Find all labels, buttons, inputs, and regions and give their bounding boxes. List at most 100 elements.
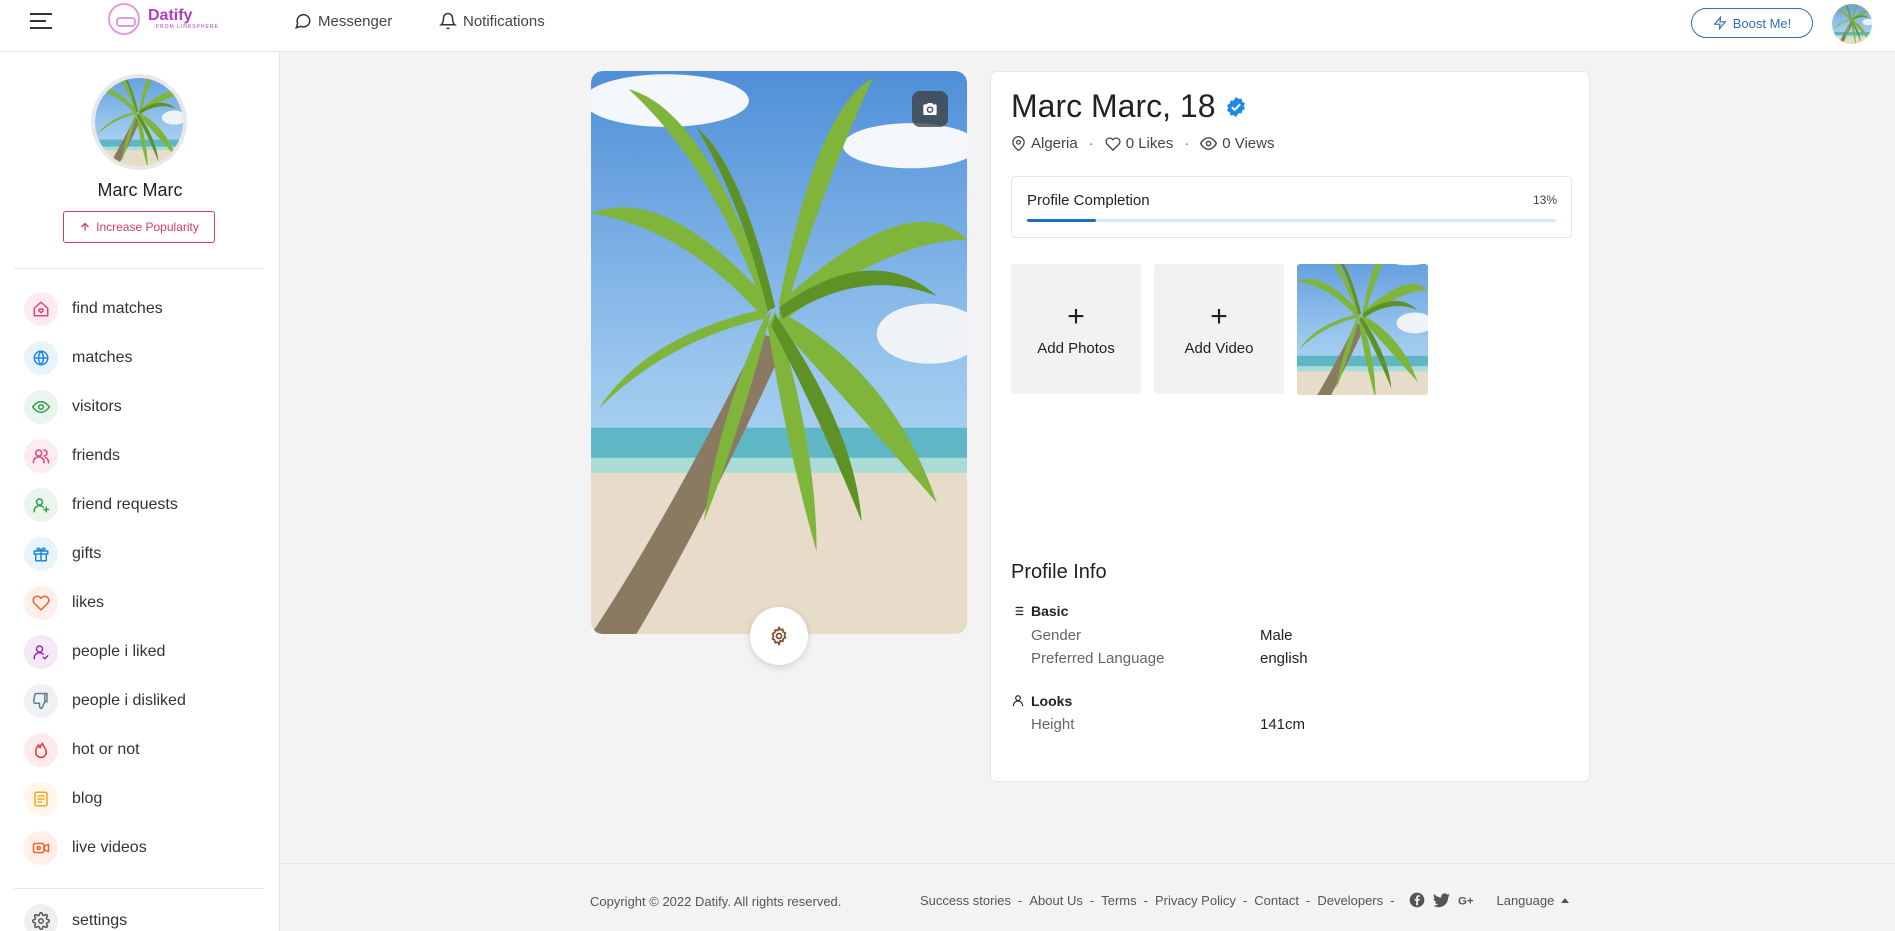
sidebar-item-label: people i disliked: [72, 692, 186, 709]
sidebar-item-label: friends: [72, 447, 121, 464]
footer-links: Success stories - About Us - Terms - Privac…: [920, 892, 1570, 908]
logo-title: Datify: [148, 7, 193, 24]
sidebar-item-label: gifts: [72, 545, 102, 562]
increase-popularity-label: Increase Popularity: [96, 220, 199, 234]
add-photos-label: Add Photos: [1037, 339, 1115, 357]
lightning-icon: [1713, 16, 1727, 30]
sidebar-item-gifts[interactable]: gifts: [24, 535, 264, 573]
sidebar-item-friend-requests[interactable]: friend requests: [24, 486, 264, 524]
footer-link-developers[interactable]: Developers: [1317, 893, 1383, 908]
sidebar-item-label: people i liked: [72, 643, 166, 660]
copyright: Copyright © 2022 Datify. All rights rese…: [590, 894, 842, 909]
change-photo-button[interactable]: [912, 91, 948, 127]
twitter-icon[interactable]: [1433, 892, 1451, 908]
top-bar: Datify FROM LINKSPHERE Messenger Notific…: [0, 0, 1895, 52]
plus-icon: +: [1067, 299, 1085, 333]
sidebar-item-label: hot or not: [72, 741, 140, 758]
profile-name: Marc Marc, 18: [1011, 88, 1216, 124]
user-icon: [1012, 695, 1024, 707]
add-video-button[interactable]: + Add Video: [1154, 264, 1284, 394]
footer-link-contact[interactable]: Contact: [1254, 893, 1299, 908]
gear-icon: [24, 904, 58, 931]
sidebar-item-matches[interactable]: matches: [24, 339, 264, 377]
info-key: Preferred Language: [1031, 650, 1165, 667]
boost-label: Boost Me!: [1732, 15, 1792, 31]
sidebar-item-live-videos[interactable]: live videos: [24, 829, 264, 867]
profile-info-title: Profile Info: [1011, 561, 1107, 583]
user-avatar[interactable]: [1832, 4, 1872, 44]
footer-link-privacy-policy[interactable]: Privacy Policy: [1155, 893, 1236, 908]
sidebar-item-label: blog: [72, 790, 103, 807]
arrow-up-icon: [81, 222, 90, 231]
sidebar-item-label: live videos: [72, 839, 147, 856]
profile-likes[interactable]: 0 Likes: [1105, 135, 1173, 152]
sidebar-item-hot-or-not[interactable]: hot or not: [24, 731, 264, 769]
profile-name-row: Marc Marc, 18: [1011, 88, 1247, 125]
sidebar: Marc Marc Increase Popularity find match…: [0, 52, 280, 931]
facebook-icon[interactable]: [1409, 892, 1425, 908]
home-heart-icon: [24, 292, 58, 326]
sidebar-avatar[interactable]: [91, 74, 187, 170]
caret-up-icon: [1561, 897, 1570, 903]
footer-link-success-stories[interactable]: Success stories: [920, 893, 1011, 908]
sidebar-user-name: Marc Marc: [97, 180, 183, 200]
footer-link-terms[interactable]: Terms: [1101, 893, 1136, 908]
bell-icon: [439, 12, 457, 30]
sidebar-item-settings[interactable]: settings: [24, 902, 264, 931]
nav-notifications-label: Notifications: [463, 12, 545, 30]
sidebar-item-label: likes: [72, 594, 105, 611]
increase-popularity-button[interactable]: Increase Popularity: [63, 211, 215, 243]
sidebar-item-find-matches[interactable]: find matches: [24, 290, 264, 328]
location-pin-icon: [1012, 136, 1025, 151]
sidebar-item-people-i-disliked[interactable]: people i disliked: [24, 682, 264, 720]
svg-text:G+: G+: [1458, 895, 1474, 907]
profile-meta: Algeria · 0 Likes · 0 Views: [1011, 135, 1275, 152]
photo-thumbnail[interactable]: [1297, 264, 1428, 395]
users-icon: [24, 439, 58, 473]
verified-badge-icon: [1227, 96, 1246, 117]
nav-messenger[interactable]: Messenger: [294, 12, 392, 30]
sidebar-item-label: friend requests: [72, 496, 178, 513]
footer: Copyright © 2022 Datify. All rights rese…: [280, 863, 1895, 931]
profile-completion[interactable]: Profile Completion 13%: [1011, 176, 1572, 238]
language-selector[interactable]: Language: [1496, 893, 1570, 908]
sidebar-item-friends[interactable]: friends: [24, 437, 264, 475]
gear-icon: [771, 626, 787, 646]
logo[interactable]: Datify FROM LINKSPHERE: [108, 2, 219, 36]
sidebar-item-label: matches: [72, 349, 133, 366]
info-value: Male: [1260, 627, 1293, 644]
flame-icon: [24, 733, 58, 767]
info-key: Gender: [1031, 627, 1082, 644]
add-photos-button[interactable]: + Add Photos: [1011, 264, 1141, 394]
nav-messenger-label: Messenger: [318, 12, 393, 30]
sidebar-item-visitors[interactable]: visitors: [24, 388, 264, 426]
logo-subtitle: FROM LINKSPHERE: [156, 24, 219, 30]
boost-button[interactable]: Boost Me!: [1691, 8, 1813, 38]
camera-icon: [923, 103, 937, 115]
profile-settings-button[interactable]: [750, 607, 808, 665]
info-value: english: [1260, 650, 1308, 667]
hamburger-menu-icon[interactable]: [30, 13, 52, 31]
thumbs-down-icon: [24, 684, 58, 718]
sidebar-divider: [14, 888, 264, 889]
footer-link-about-us[interactable]: About Us: [1029, 893, 1082, 908]
nav-notifications[interactable]: Notifications: [439, 12, 545, 30]
sidebar-item-likes[interactable]: likes: [24, 584, 264, 622]
user-check-icon: [24, 635, 58, 669]
add-video-label: Add Video: [1184, 339, 1254, 357]
profile-main-photo[interactable]: [591, 71, 967, 634]
eye-icon: [1200, 137, 1218, 150]
sidebar-item-label: settings: [72, 912, 128, 929]
plus-icon: +: [1210, 299, 1228, 333]
basic-section-title: Basic: [1011, 603, 1068, 619]
info-key: Height: [1031, 716, 1075, 733]
sidebar-item-people-i-liked[interactable]: people i liked: [24, 633, 264, 671]
completion-progress-bar: [1027, 219, 1556, 222]
eye-icon: [24, 390, 58, 424]
document-icon: [24, 782, 58, 816]
profile-card: Marc Marc, 18 Algeria · 0 Likes · 0 View…: [990, 71, 1590, 782]
google-plus-icon[interactable]: G+: [1458, 893, 1478, 907]
sidebar-item-blog[interactable]: blog: [24, 780, 264, 818]
profile-views[interactable]: 0 Views: [1200, 135, 1275, 152]
list-icon: [1012, 606, 1024, 616]
